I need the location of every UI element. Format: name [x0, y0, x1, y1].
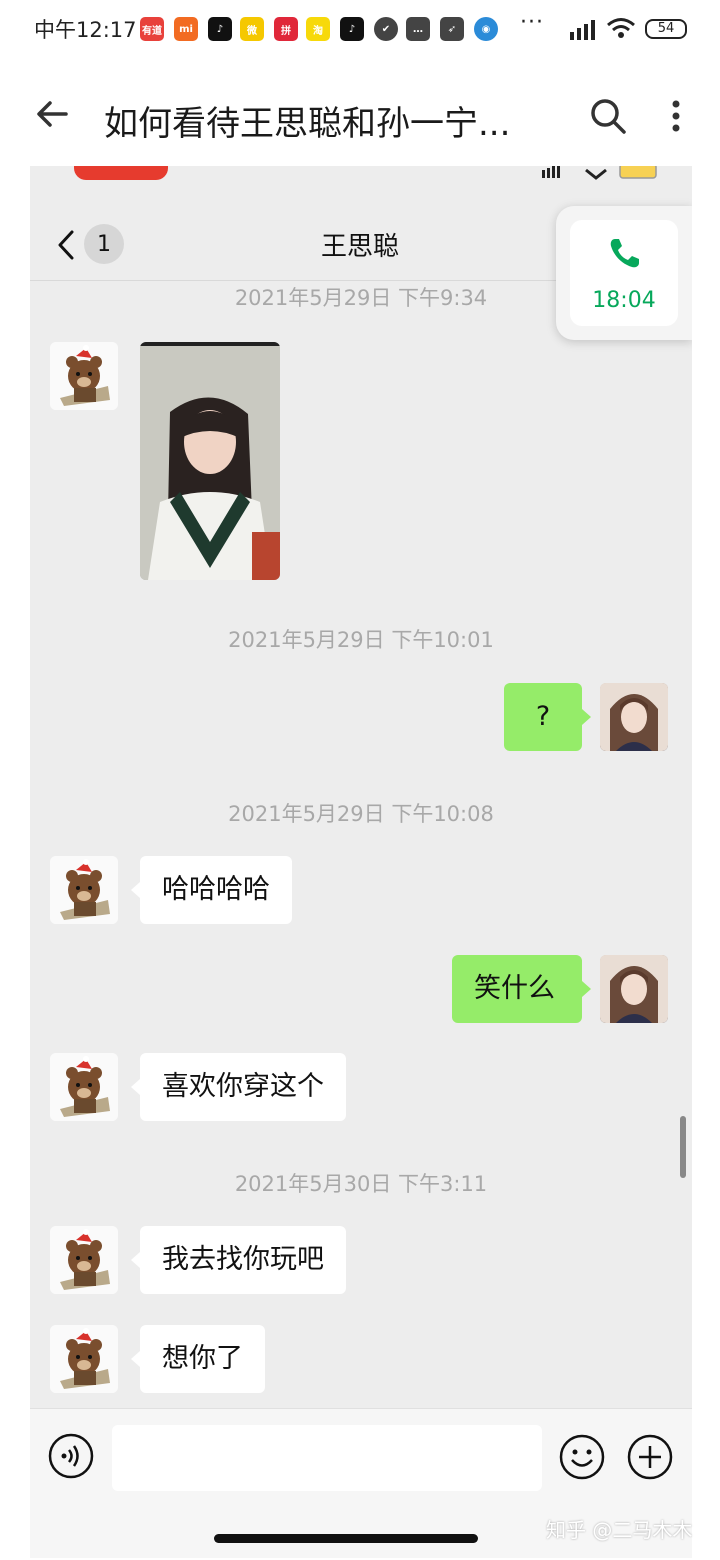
contact-name: 王思聪 — [320, 232, 399, 262]
chevron-left-icon[interactable] — [52, 228, 82, 262]
search-icon[interactable] — [588, 96, 628, 136]
sent-photo[interactable] — [140, 342, 280, 580]
message-bubble-sent[interactable]: ? — [504, 683, 582, 751]
bubble-tail — [582, 709, 591, 725]
youdao-app-icon: 有道 — [140, 17, 164, 41]
bear-avatar-icon — [50, 1226, 118, 1294]
phone-icon — [610, 239, 639, 268]
status-bar: 中午12:17 有道 mi ♪ 微 拼 淘 ♪ ✔ … ➶ ◉ ··· 54 — [0, 0, 720, 60]
battery-icon: 54 — [645, 19, 687, 39]
girl-avatar-icon — [600, 683, 668, 751]
bear-avatar-icon — [50, 1053, 118, 1121]
bear-avatar-icon — [50, 856, 118, 924]
emoji-icon[interactable] — [558, 1433, 606, 1481]
photo-thumbnail-image — [140, 342, 280, 580]
taobao-app-icon: 淘 — [306, 17, 330, 41]
bird-app-icon: ➶ — [440, 17, 464, 41]
message-timestamp: 2021年5月29日 下午9:34 — [234, 286, 488, 310]
page-title: 如何看待王思聪和孙一宁... — [104, 104, 511, 144]
message-bubble-received[interactable]: 哈哈哈哈 — [140, 856, 292, 924]
bear-avatar-icon — [50, 1325, 118, 1393]
contact-avatar[interactable] — [50, 856, 118, 924]
pinduoduo-app-icon: 拼 — [274, 17, 298, 41]
watermark: 知乎 @二马木木 — [546, 1518, 693, 1542]
message-bubble-received[interactable]: 喜欢你穿这个 — [140, 1053, 346, 1121]
message-app-icon: … — [406, 17, 430, 41]
inner-status-icons — [542, 166, 657, 180]
contact-avatar[interactable] — [50, 1053, 118, 1121]
bubble-tail — [131, 1252, 140, 1268]
message-input[interactable] — [112, 1425, 542, 1491]
weather-app-icon: ◉ — [474, 17, 498, 41]
message-bubble-received[interactable]: 想你了 — [140, 1325, 265, 1393]
voice-input-icon[interactable] — [48, 1433, 94, 1479]
unread-count-badge: 1 — [84, 224, 124, 264]
signal-icon — [570, 20, 595, 40]
back-arrow-icon[interactable] — [32, 94, 72, 134]
chat-screenshot-image: 1 王思聪 18:04 2021年5月29日 下午9:34 2021年5月29日… — [30, 166, 692, 1558]
contact-avatar[interactable] — [50, 1226, 118, 1294]
bubble-tail — [131, 1079, 140, 1095]
message-timestamp: 2021年5月29日 下午10:08 — [228, 802, 494, 826]
douyin-app-icon: ♪ — [340, 17, 364, 41]
plus-icon[interactable] — [626, 1433, 674, 1481]
home-indicator[interactable] — [214, 1534, 478, 1543]
user-avatar[interactable] — [600, 683, 668, 751]
message-bubble-received[interactable]: 我去找你玩吧 — [140, 1226, 346, 1294]
floating-call-window[interactable]: 18:04 — [556, 206, 692, 340]
check-app-icon: ✔ — [374, 17, 398, 41]
message-timestamp: 2021年5月29日 下午10:01 — [228, 628, 494, 652]
wifi-icon — [607, 18, 635, 38]
bubble-tail — [131, 882, 140, 898]
weibo-app-icon: 微 — [240, 17, 264, 41]
inner-status-time-pill — [74, 166, 168, 180]
contact-avatar[interactable] — [50, 1325, 118, 1393]
bubble-tail — [131, 1351, 140, 1367]
girl-avatar-icon — [600, 955, 668, 1023]
bubble-tail — [582, 981, 591, 997]
contact-avatar[interactable] — [50, 342, 118, 410]
bear-avatar-icon — [50, 342, 118, 410]
message-bubble-sent[interactable]: 笑什么 — [452, 955, 582, 1023]
more-options-icon[interactable] — [664, 96, 688, 136]
mi-app-icon: mi — [174, 17, 198, 41]
more-notifications-icon: ··· — [520, 10, 544, 35]
douyin-app-icon: ♪ — [208, 17, 232, 41]
message-timestamp: 2021年5月30日 下午3:11 — [234, 1172, 488, 1196]
status-time: 中午12:17 — [34, 18, 137, 42]
user-avatar[interactable] — [600, 955, 668, 1023]
